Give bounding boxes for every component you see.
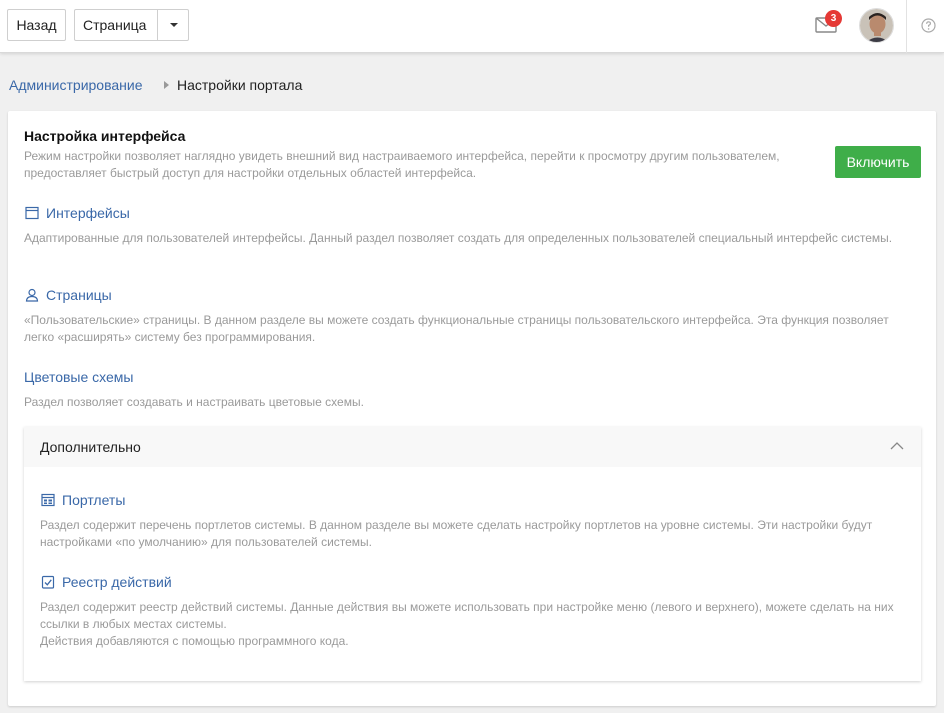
avatar-photo-icon <box>860 9 893 42</box>
checklist-icon <box>41 575 55 589</box>
color-schemes-link[interactable]: Цветовые схемы <box>24 369 134 385</box>
actions-registry-description: Раздел содержит реестр действий системы.… <box>40 600 894 631</box>
enable-button[interactable]: Включить <box>835 146 921 178</box>
additional-title: Дополнительно <box>40 439 141 455</box>
user-icon <box>25 288 39 302</box>
pages-description: «Пользовательские» страницы. В данном ра… <box>24 313 889 344</box>
breadcrumb-current: Настройки портала <box>177 77 303 93</box>
notification-badge[interactable]: 3 <box>825 10 842 27</box>
panel-description: Режим настройки позволяет наглядно увиде… <box>24 149 780 180</box>
dropdown-separator <box>157 10 158 40</box>
back-button[interactable]: Назад <box>7 9 66 41</box>
interfaces-description: Адаптированные для пользователей интерфе… <box>24 231 893 245</box>
color-schemes-description: Раздел позволяет создавать и настраивать… <box>24 395 364 409</box>
portlets-description: Раздел содержит перечень портлетов систе… <box>40 518 873 549</box>
portlets-icon <box>41 493 55 507</box>
chevron-down-icon[interactable] <box>170 23 178 27</box>
additional-accordion-header[interactable]: Дополнительно <box>24 427 921 467</box>
actions-registry-link[interactable]: Реестр действий <box>62 574 172 590</box>
help-icon[interactable] <box>921 18 936 33</box>
page-dropdown-button[interactable]: Страница <box>74 9 189 41</box>
chevron-up-icon[interactable] <box>890 441 904 450</box>
settings-panel: Настройка интерфейса Режим настройки поз… <box>8 111 936 706</box>
breadcrumb-parent-link[interactable]: Администрирование <box>9 77 143 93</box>
pages-link[interactable]: Страницы <box>46 287 112 303</box>
interfaces-link[interactable]: Интерфейсы <box>46 205 130 221</box>
topbar-divider <box>906 0 907 53</box>
portlets-link[interactable]: Портлеты <box>62 492 125 508</box>
window-icon <box>25 206 39 220</box>
top-bar: Назад Страница 3 <box>0 0 944 53</box>
actions-registry-note: Действия добавляются с помощью программн… <box>40 634 349 648</box>
breadcrumb-arrow-icon <box>164 81 169 89</box>
page-button-label: Страница <box>83 17 147 33</box>
additional-accordion: Дополнительно Портлеты Раздел содержит п… <box>24 427 921 681</box>
avatar[interactable] <box>859 8 894 43</box>
panel-title: Настройка интерфейса <box>24 128 186 144</box>
